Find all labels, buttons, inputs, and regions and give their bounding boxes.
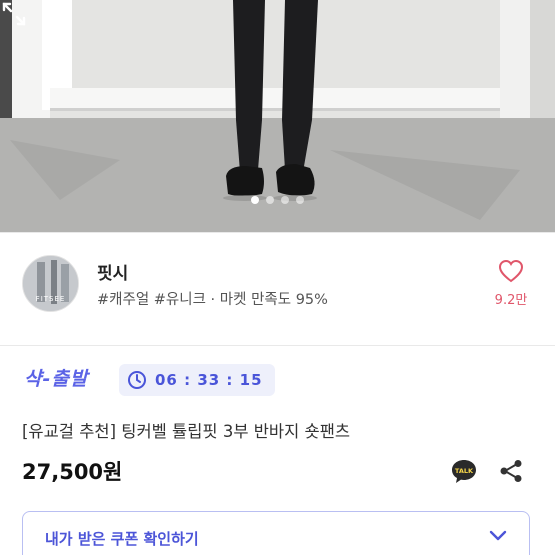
talk-label: TALK: [455, 467, 474, 475]
like-button[interactable]: 9.2만: [484, 259, 538, 308]
shop-name[interactable]: 핏시: [97, 259, 128, 284]
like-count: 9.2만: [494, 293, 528, 308]
pagination-dot[interactable]: [281, 196, 289, 204]
shop-tags: #캐주얼 #유니크 · 마켓 만족도 95%: [97, 292, 328, 308]
product-price: 27,500원: [22, 460, 123, 484]
coupon-label: 내가 받은 쿠폰 확인하기: [45, 530, 199, 548]
avatar-label: FITSEE: [35, 295, 66, 303]
pagination-dot[interactable]: [251, 196, 259, 204]
image-pagination: [0, 196, 555, 204]
countdown-timer: 06 : 33 : 15: [119, 364, 275, 396]
product-image[interactable]: [0, 0, 555, 232]
avatar-image: [23, 256, 78, 311]
shop-avatar[interactable]: FITSEE: [22, 255, 79, 312]
product-title: [유교걸 추천] 팅커벨 튤립핏 3부 반바지 숏팬츠: [22, 422, 351, 441]
pagination-dot[interactable]: [266, 196, 274, 204]
clock-icon: [128, 371, 146, 389]
share-icon[interactable]: [498, 458, 524, 484]
product-info: 샥-출발 06 : 33 : 15 [유교걸 추천] 팅커벨 튤립핏 3부 반바…: [0, 346, 555, 555]
expand-icon[interactable]: [0, 0, 28, 28]
heart-icon: [498, 259, 524, 283]
timer-text: 06 : 33 : 15: [155, 371, 263, 389]
talk-icon[interactable]: TALK: [450, 457, 478, 485]
coupon-check-button[interactable]: 내가 받은 쿠폰 확인하기: [22, 511, 530, 555]
pagination-dot[interactable]: [296, 196, 304, 204]
event-logo: 샥-출발: [24, 368, 89, 390]
shop-info[interactable]: FITSEE 핏시 #캐주얼 #유니크 · 마켓 만족도 95% 9.2만: [0, 233, 555, 345]
chevron-down-icon: [489, 530, 507, 541]
